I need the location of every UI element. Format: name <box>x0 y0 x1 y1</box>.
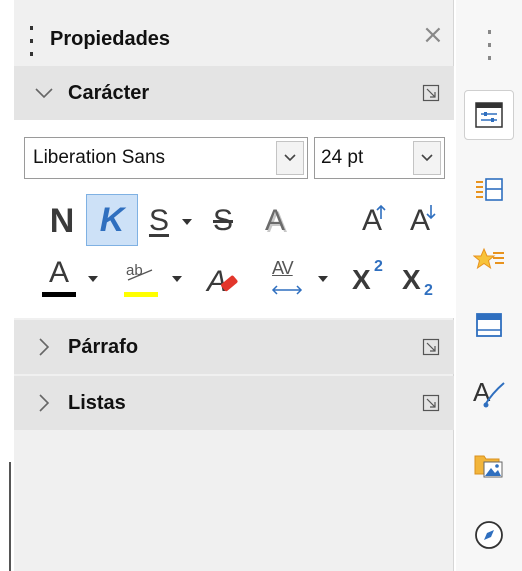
strikethrough-glyph: S <box>212 204 233 237</box>
superscript-button[interactable]: X 2 <box>346 252 396 306</box>
arrow-up-icon <box>376 204 386 219</box>
image-folder-icon <box>474 455 503 478</box>
font-size-combobox[interactable]: 24 pt <box>314 137 445 179</box>
section-label-parrafo: Párrafo <box>68 336 139 358</box>
close-icon[interactable]: × <box>422 22 444 48</box>
strikethrough-button[interactable]: S <box>200 196 246 246</box>
font-color-swatch <box>42 292 76 297</box>
style-inspector-icon: A <box>473 377 505 408</box>
sidebar-tab-bar: A <box>456 0 522 571</box>
superscript-glyph: X <box>352 264 371 295</box>
highlight-button[interactable]: ab <box>118 252 164 306</box>
panel-title: Propiedades <box>50 28 171 50</box>
svg-text:A: A <box>473 377 491 407</box>
sidebar-tab-styles[interactable] <box>464 165 514 215</box>
italic-glyph: K <box>99 200 125 239</box>
chevron-down-icon <box>35 88 53 99</box>
clear-formatting-icon: A <box>205 265 238 298</box>
chevron-right-icon <box>39 338 50 356</box>
highlight-dropdown-arrow[interactable] <box>172 276 182 282</box>
drag-grip-icon[interactable] <box>28 26 34 56</box>
navigator-compass-icon <box>475 521 503 549</box>
properties-icon <box>475 102 503 128</box>
shadow-glyph: A <box>264 204 285 237</box>
sidebar-tab-properties[interactable] <box>464 90 514 140</box>
section-header-caracter[interactable]: Carácter <box>14 66 454 120</box>
font-name-dropdown-button[interactable] <box>276 141 304 175</box>
styles-icon <box>476 178 503 201</box>
underline-dropdown-arrow[interactable] <box>182 219 192 225</box>
italic-button[interactable]: K <box>86 194 138 246</box>
bold-button[interactable]: N <box>40 196 84 246</box>
more-options-icon[interactable] <box>422 338 440 356</box>
spacing-glyph: AV <box>272 258 294 278</box>
subscript-button[interactable]: X 2 <box>396 252 446 306</box>
document-edge <box>0 0 14 571</box>
font-color-button[interactable]: A <box>38 252 80 306</box>
shadow-button[interactable]: A <box>252 196 298 246</box>
subscript-glyph: X <box>402 264 421 295</box>
sidebar-tab-image-folder[interactable] <box>464 440 514 490</box>
sidebar-tab-navigator[interactable] <box>464 510 514 560</box>
document-edge-line <box>9 462 11 571</box>
bold-glyph: N <box>49 201 75 240</box>
underline-glyph: S <box>148 204 169 237</box>
sidebar-tab-navigator-panel[interactable] <box>464 300 514 350</box>
increase-font-button[interactable]: A <box>348 196 396 246</box>
subscript-mark: 2 <box>424 282 433 299</box>
highlighter-stroke-icon <box>127 269 153 281</box>
character-spacing-button[interactable]: AV <box>264 252 314 306</box>
font-size-value: 24 pt <box>321 147 364 168</box>
sidebar-menu-icon[interactable] <box>487 30 491 60</box>
double-arrow-icon <box>271 285 303 295</box>
gallery-icon <box>473 247 504 270</box>
superscript-mark: 2 <box>374 258 383 275</box>
font-size-dropdown-button[interactable] <box>413 141 441 175</box>
panel-header: Propiedades × <box>14 0 454 66</box>
font-color-glyph: A <box>48 256 69 289</box>
navigator-panel-icon <box>476 313 502 337</box>
section-header-listas[interactable]: Listas <box>14 376 454 430</box>
sidebar-tab-style-inspector[interactable]: A <box>464 368 514 418</box>
more-options-icon[interactable] <box>422 84 440 102</box>
font-name-combobox[interactable]: Liberation Sans <box>24 137 308 179</box>
decrease-font-button[interactable]: A <box>396 196 444 246</box>
more-options-icon[interactable] <box>422 394 440 412</box>
section-label-caracter: Carácter <box>68 82 150 104</box>
clear-formatting-button[interactable]: A <box>198 252 244 306</box>
chevron-right-icon <box>39 394 50 412</box>
arrow-down-icon <box>426 205 436 220</box>
highlight-color-swatch <box>124 292 158 297</box>
svg-text:A: A <box>205 265 227 298</box>
sidebar-tab-gallery[interactable] <box>464 235 514 285</box>
section-header-parrafo[interactable]: Párrafo <box>14 320 454 374</box>
font-name-value: Liberation Sans <box>33 147 166 168</box>
spacing-dropdown-arrow[interactable] <box>318 276 328 282</box>
section-label-listas: Listas <box>68 392 126 414</box>
chevron-down-icon <box>421 154 433 162</box>
underline-button[interactable]: S <box>138 196 180 246</box>
font-color-dropdown-arrow[interactable] <box>88 276 98 282</box>
chevron-down-icon <box>284 154 296 162</box>
